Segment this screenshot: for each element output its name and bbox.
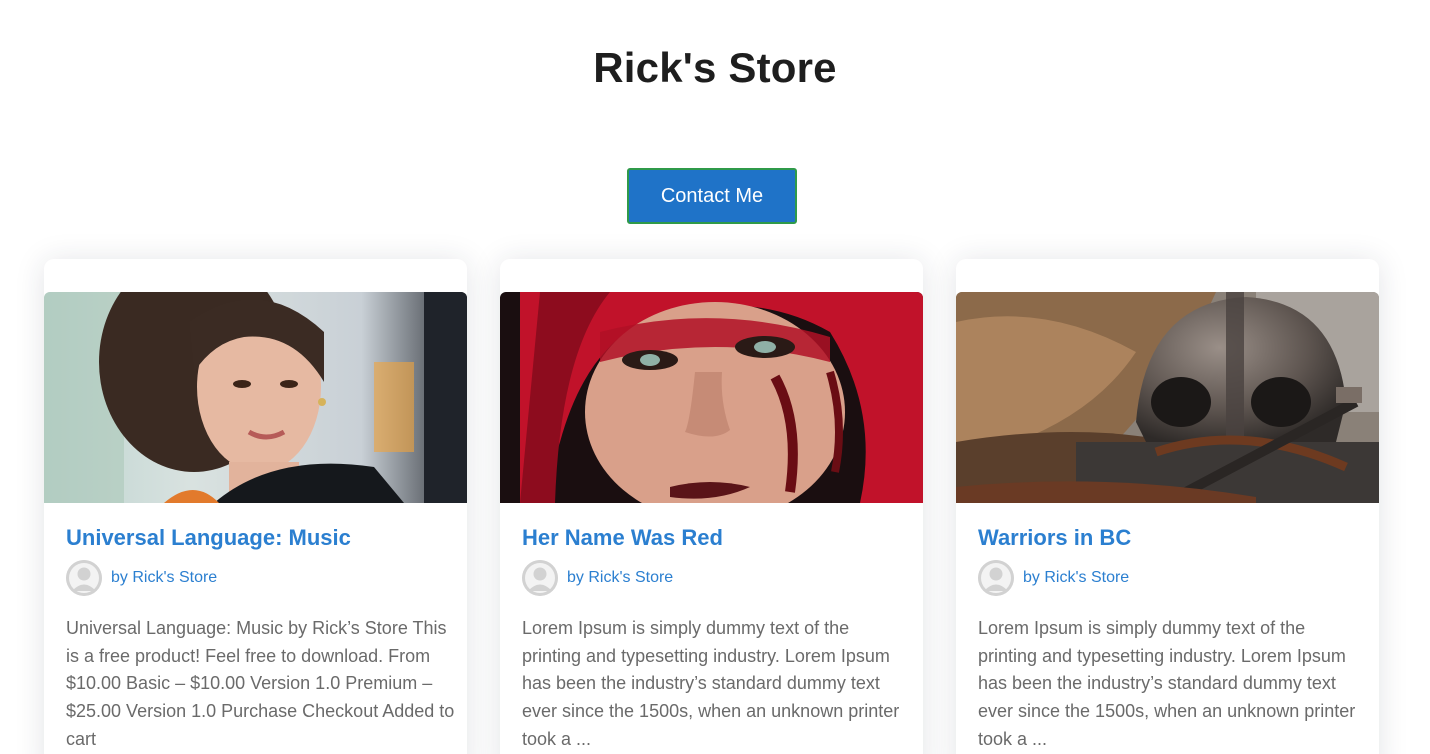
product-excerpt: Universal Language: Music by Rick’s Stor… [66,618,455,749]
product-card: Warriors in BC by Rick's Store Lorem Ips… [956,259,1379,754]
product-image-warriors[interactable] [956,292,1379,503]
product-image-music[interactable] [44,292,467,503]
author-link[interactable]: by Rick's Store [1023,569,1129,587]
product-excerpt: Lorem Ipsum is simply dummy text of the … [522,618,900,749]
product-title-link[interactable]: Her Name Was Red [522,525,723,551]
author-meta: by Rick's Store [522,560,673,596]
avatar-icon[interactable] [978,560,1014,596]
contact-me-button[interactable]: Contact Me [627,168,797,224]
product-excerpt: Lorem Ipsum is simply dummy text of the … [978,618,1356,749]
avatar-icon[interactable] [66,560,102,596]
author-meta: by Rick's Store [66,560,217,596]
product-image-red[interactable] [500,292,923,503]
author-meta: by Rick's Store [978,560,1129,596]
avatar-icon[interactable] [522,560,558,596]
product-card: Universal Language: Music by Rick's Stor… [44,259,467,754]
author-link[interactable]: by Rick's Store [567,569,673,587]
store-page: Rick's Store Contact Me Universal Langua… [0,0,1430,754]
portrait-woman-photo-icon [44,292,467,503]
author-link[interactable]: by Rick's Store [111,569,217,587]
viking-helmet-photo-icon [956,292,1379,503]
product-card: Her Name Was Red by Rick's Store Lorem I… [500,259,923,754]
red-hood-woman-photo-icon [500,292,923,503]
page-title: Rick's Store [593,44,837,91]
product-title-link[interactable]: Universal Language: Music [66,525,351,551]
product-title-link[interactable]: Warriors in BC [978,525,1131,551]
